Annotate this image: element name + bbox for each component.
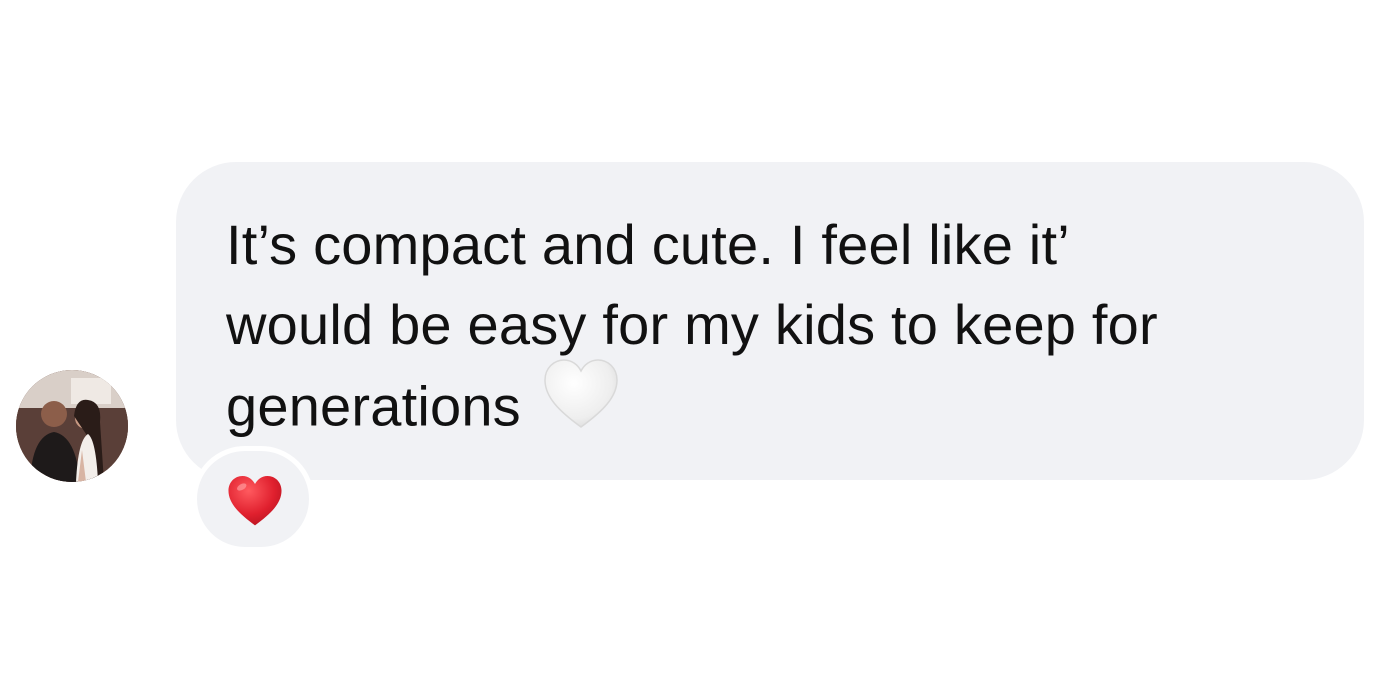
sender-avatar[interactable] xyxy=(16,370,128,482)
red-heart-icon xyxy=(227,475,283,532)
chat-thread: It’s compact and cute. I feel like it’ w… xyxy=(0,0,1400,700)
avatar-photo-icon xyxy=(16,370,128,482)
white-heart-icon xyxy=(543,359,619,450)
message-line: It’s compact and cute. I feel like it’ xyxy=(226,213,1070,276)
reaction-badge[interactable] xyxy=(192,446,314,552)
message-line: would be easy for my kids to keep for xyxy=(226,293,1158,356)
message-text: It’s compact and cute. I feel like it’ w… xyxy=(226,205,1346,456)
message-line-text: generations xyxy=(226,374,521,438)
message-line-last: generations xyxy=(226,359,1346,456)
